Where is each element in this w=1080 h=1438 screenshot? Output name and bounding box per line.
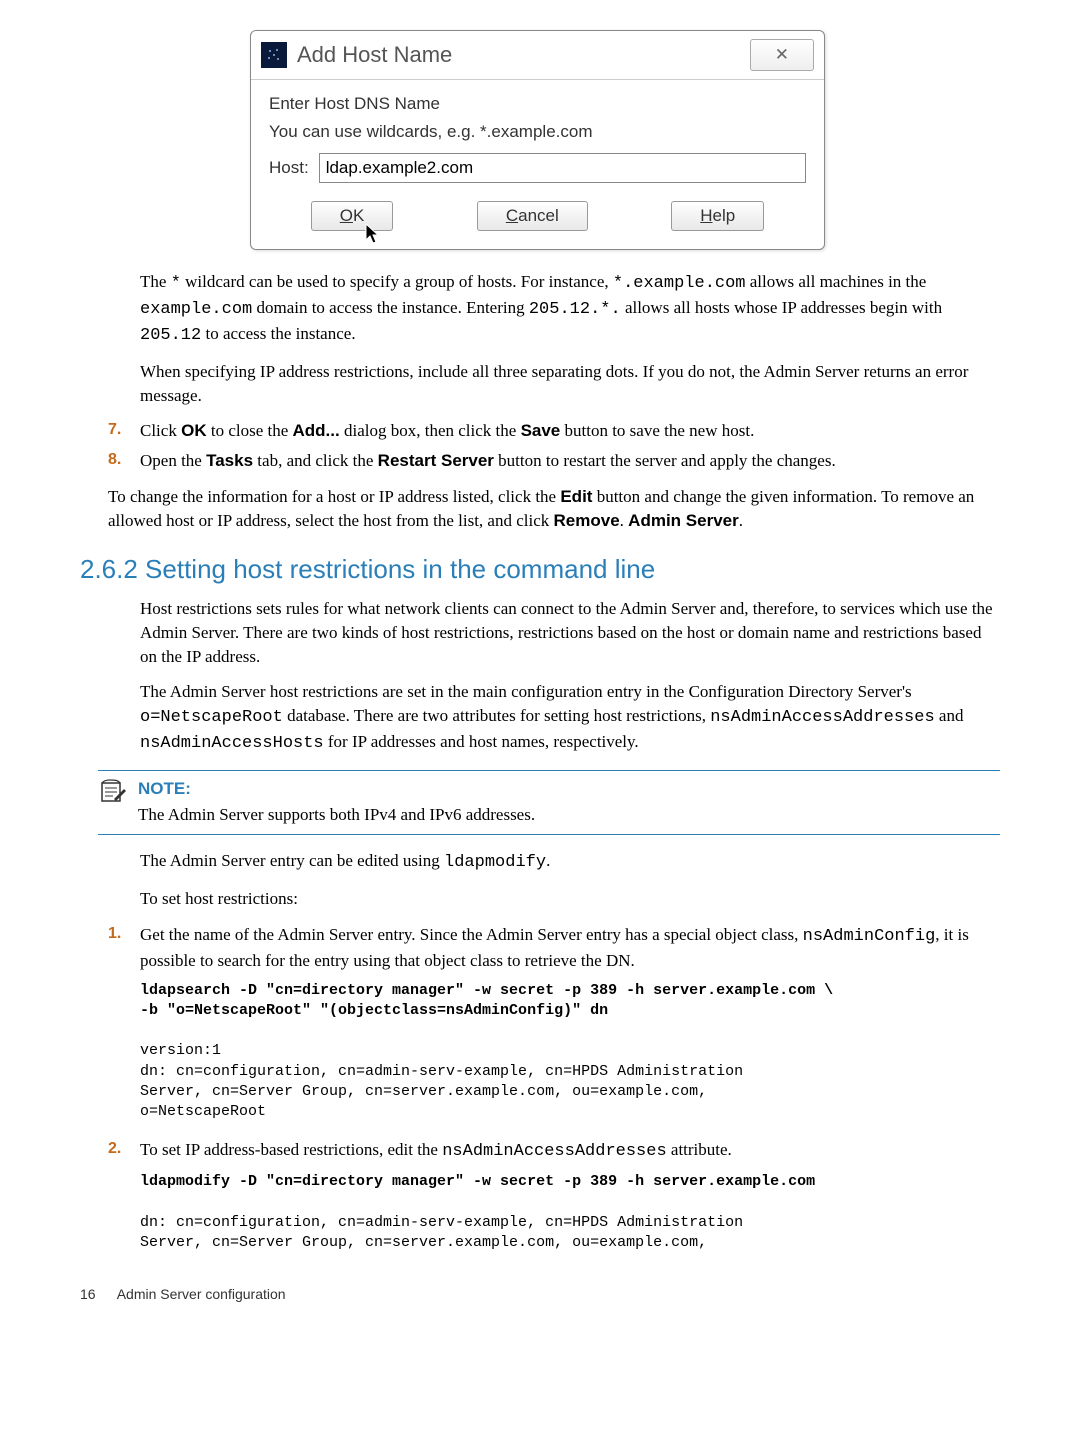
steps-list: 7. Click OK to close the Add... dialog b…	[108, 419, 1000, 473]
text: button to save the new host.	[560, 421, 754, 440]
code-bold: ldapsearch -D "cn=directory manager" -w …	[140, 982, 833, 1019]
note-rule-bottom	[98, 834, 1000, 835]
dialog-instruction-2: You can use wildcards, e.g. *.example.co…	[269, 120, 806, 144]
help-rest: elp	[713, 206, 736, 225]
text: wildcard can be used to specify a group …	[181, 272, 613, 291]
text: database. There are two attributes for s…	[283, 706, 710, 725]
help-button[interactable]: Help	[671, 201, 764, 231]
page-footer: 16 Admin Server configuration	[80, 1285, 1000, 1305]
code-text: 205.12	[140, 326, 201, 345]
dialog-titlebar: Add Host Name ✕	[251, 31, 824, 80]
bold-text: Add...	[293, 421, 340, 440]
bold-text: Admin Server	[628, 511, 739, 530]
step-number: 1.	[108, 923, 140, 1130]
code-plain: dn: cn=configuration, cn=admin-serv-exam…	[140, 1214, 743, 1251]
section-heading: 2.6.2 Setting host restrictions in the c…	[80, 551, 1000, 587]
text: Click	[140, 421, 181, 440]
help-mnemonic: H	[700, 206, 712, 225]
text: to access the instance.	[201, 324, 355, 343]
cancel-rest: ancel	[518, 206, 559, 225]
code-text: *.example.com	[613, 274, 746, 293]
text: allows all hosts whose IP addresses begi…	[621, 298, 942, 317]
app-icon	[261, 42, 287, 68]
bold-text: Remove	[554, 511, 620, 530]
host-label: Host:	[269, 156, 309, 180]
text: to close the	[207, 421, 293, 440]
text: The Admin Server entry can be edited usi…	[140, 851, 444, 870]
code-text: 205.12.*.	[529, 300, 621, 319]
text: for IP addresses and host names, respect…	[324, 732, 639, 751]
step-number: 7.	[108, 419, 140, 443]
dialog-title: Add Host Name	[297, 40, 750, 71]
code-text: nsAdminAccessHosts	[140, 734, 324, 753]
code-block-1: ldapsearch -D "cn=directory manager" -w …	[140, 981, 1000, 1123]
code-text: *	[171, 274, 181, 293]
text: allows all machines in the	[746, 272, 927, 291]
dialog-instruction-1: Enter Host DNS Name	[269, 92, 806, 116]
note-label: NOTE:	[138, 777, 535, 801]
paragraph-to-set: To set host restrictions:	[140, 887, 1000, 911]
text: Open the	[140, 451, 206, 470]
text: dialog box, then click the	[340, 421, 521, 440]
text: domain to access the instance. Entering	[252, 298, 529, 317]
code-text: o=NetscapeRoot	[140, 708, 283, 727]
text: and	[935, 706, 964, 725]
text: attribute.	[667, 1140, 732, 1159]
step-number: 2.	[108, 1138, 140, 1261]
ok-button[interactable]: OK	[311, 201, 394, 231]
text: To set IP address-based restrictions, ed…	[140, 1140, 442, 1159]
bold-text: Edit	[560, 487, 592, 506]
text: The	[140, 272, 171, 291]
code-text: nsAdminConfig	[803, 927, 936, 946]
page-number: 16	[80, 1286, 96, 1302]
code-text: ldapmodify	[444, 853, 546, 872]
numbered-step-2: 2. To set IP address-based restrictions,…	[108, 1138, 1000, 1261]
close-button[interactable]: ✕	[750, 39, 814, 71]
host-input[interactable]	[319, 153, 806, 183]
cancel-mnemonic: C	[506, 206, 518, 225]
cancel-button[interactable]: Cancel	[477, 201, 588, 231]
note-icon	[98, 777, 138, 827]
code-text: nsAdminAccessAddresses	[710, 708, 934, 727]
numbered-list: 1. Get the name of the Admin Server entr…	[108, 923, 1000, 1261]
code-text: nsAdminAccessAddresses	[442, 1142, 666, 1161]
paragraph-ip-note: When specifying IP address restrictions,…	[140, 360, 1000, 408]
text: .	[546, 851, 550, 870]
bold-text: OK	[181, 421, 207, 440]
text: Get the name of the Admin Server entry. …	[140, 925, 803, 944]
paragraph-config-entry: The Admin Server host restrictions are s…	[140, 680, 1000, 755]
step-8: 8. Open the Tasks tab, and click the Res…	[108, 449, 1000, 473]
text: button to restart the server and apply t…	[494, 451, 836, 470]
text: .	[739, 511, 743, 530]
code-bold: ldapmodify -D "cn=directory manager" -w …	[140, 1173, 815, 1190]
bold-text: Tasks	[206, 451, 253, 470]
paragraph-host-restrictions: Host restrictions sets rules for what ne…	[140, 597, 1000, 668]
text: The Admin Server host restrictions are s…	[140, 682, 912, 701]
ok-mnemonic: O	[340, 206, 353, 225]
text: tab, and click the	[253, 451, 378, 470]
note-rule-top	[98, 770, 1000, 771]
note-block: NOTE: The Admin Server supports both IPv…	[98, 770, 1000, 836]
ok-rest: K	[353, 206, 364, 225]
step-text: Open the Tasks tab, and click the Restar…	[140, 449, 1000, 473]
step-number: 8.	[108, 449, 140, 473]
text: .	[620, 511, 629, 530]
bold-text: Restart Server	[378, 451, 494, 470]
numbered-step-1: 1. Get the name of the Admin Server entr…	[108, 923, 1000, 1130]
bold-text: Save	[521, 421, 561, 440]
step-text: Click OK to close the Add... dialog box,…	[140, 419, 1000, 443]
dialog-body: Enter Host DNS Name You can use wildcard…	[251, 80, 824, 250]
text: To change the information for a host or …	[108, 487, 560, 506]
code-block-2: ldapmodify -D "cn=directory manager" -w …	[140, 1172, 1000, 1253]
step-7: 7. Click OK to close the Add... dialog b…	[108, 419, 1000, 443]
paragraph-wildcard: The * wildcard can be used to specify a …	[140, 270, 1000, 347]
add-host-dialog: Add Host Name ✕ Enter Host DNS Name You …	[250, 30, 825, 250]
note-text: The Admin Server supports both IPv4 and …	[138, 803, 535, 827]
footer-title: Admin Server configuration	[117, 1286, 286, 1302]
paragraph-edit-remove: To change the information for a host or …	[108, 485, 1000, 533]
code-text: example.com	[140, 300, 252, 319]
code-plain: version:1 dn: cn=configuration, cn=admin…	[140, 1042, 743, 1120]
paragraph-ldapmodify: The Admin Server entry can be edited usi…	[140, 849, 1000, 875]
